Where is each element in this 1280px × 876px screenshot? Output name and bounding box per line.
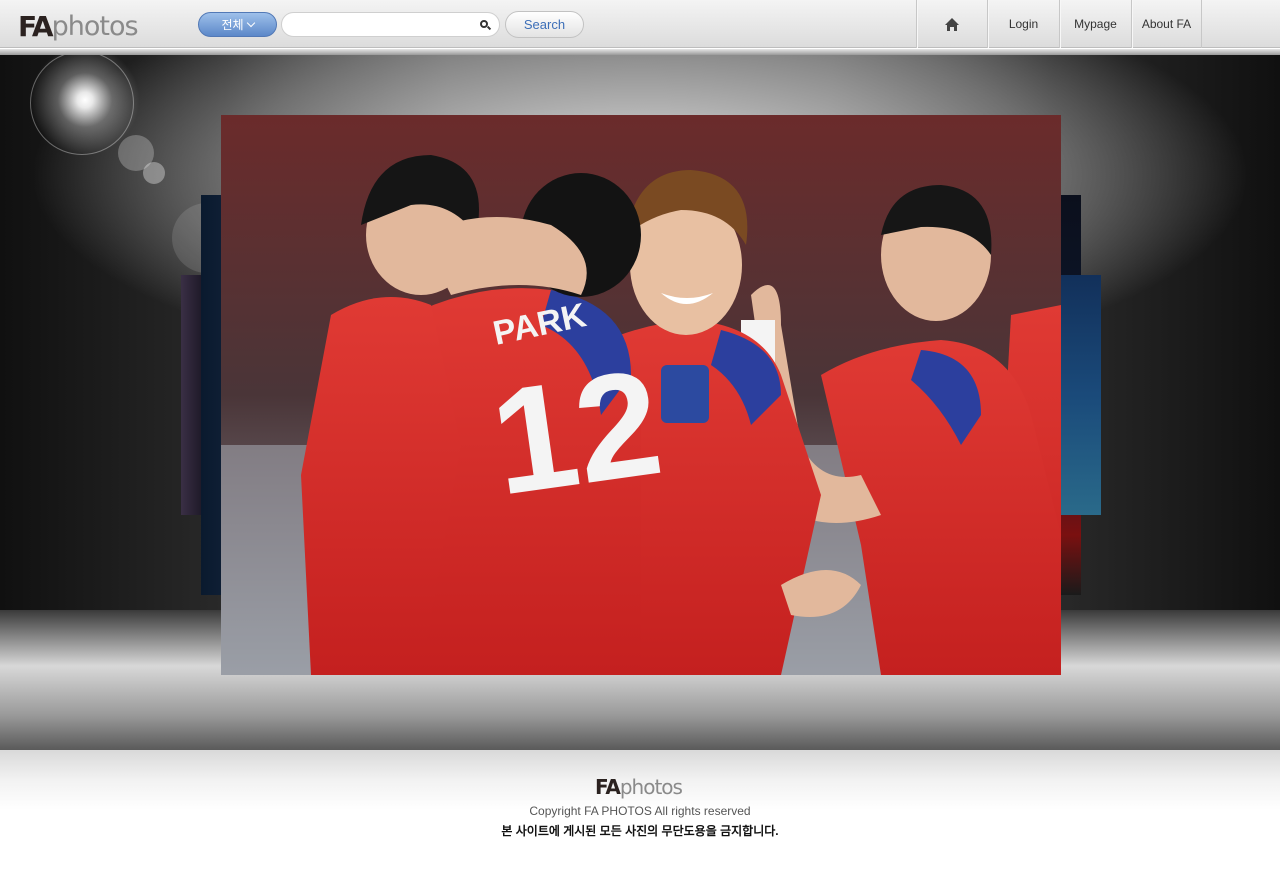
copyright-text: Copyright FA PHOTOS All rights reserved	[529, 804, 751, 818]
search-icon[interactable]	[480, 20, 492, 31]
footer-logo-fa-text: FA	[595, 775, 621, 799]
logo-photos-text: photos	[51, 11, 139, 42]
category-label: 전체	[221, 18, 244, 32]
main-photo-image: 12 PARK	[221, 115, 1061, 675]
category-dropdown-button[interactable]: 전체	[198, 12, 277, 37]
logo-fa-text: FA	[18, 10, 54, 43]
nav-login-link[interactable]: Login	[987, 0, 1059, 48]
nav-mypage-link[interactable]: Mypage	[1059, 0, 1131, 48]
search-input[interactable]	[292, 16, 472, 34]
chevron-down-icon	[246, 18, 255, 28]
jersey-number: 12	[482, 337, 671, 527]
top-nav: Login Mypage About FA	[916, 0, 1202, 48]
gallery-photo-right-far[interactable]	[1061, 275, 1101, 515]
search-box	[281, 12, 500, 37]
usage-notice-text: 본 사이트에 게시된 모든 사진의 무단도용을 금지합니다.	[501, 824, 779, 838]
gallery-photo-main[interactable]: 12 PARK	[221, 115, 1061, 675]
search-button[interactable]: Search	[505, 11, 584, 38]
footer-logo-photos-text: photos	[619, 775, 683, 799]
footer-logo: FA photos	[595, 774, 683, 799]
lens-flare-ring	[30, 55, 134, 155]
nav-about-link[interactable]: About FA	[1131, 0, 1202, 48]
nav-home-button[interactable]	[916, 0, 987, 48]
photo-gallery-stage: 12 PARK	[0, 55, 1280, 750]
flare-bubble	[143, 162, 165, 184]
top-header: FA photos 전체 Search Login Mypage About FA	[0, 0, 1280, 48]
home-icon	[945, 17, 959, 31]
site-logo[interactable]: FA photos	[18, 8, 139, 43]
page-footer: FA photos Copyright FA PHOTOS All rights …	[0, 750, 1280, 876]
